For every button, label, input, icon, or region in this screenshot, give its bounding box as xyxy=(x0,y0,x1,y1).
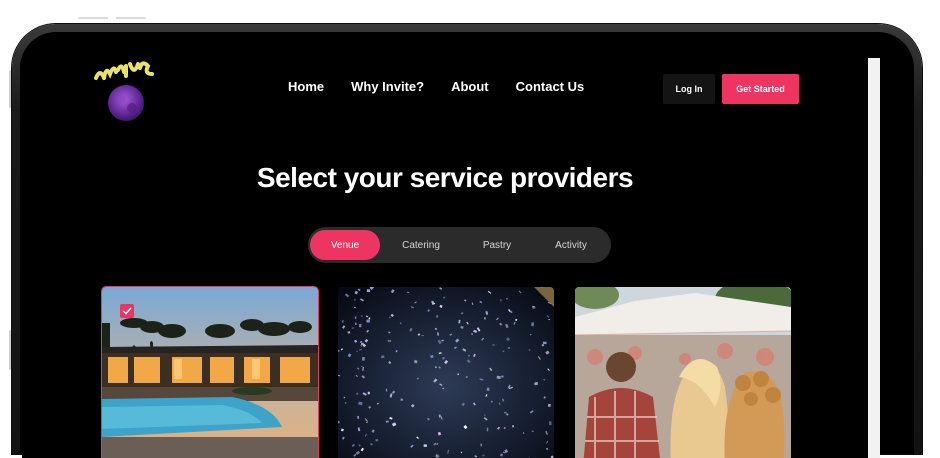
tab-venue[interactable]: Venue xyxy=(310,230,380,260)
provider-tabs: Venue Catering Pastry Activity xyxy=(308,227,611,263)
venue-card-confetti[interactable] xyxy=(338,287,554,458)
nav-home[interactable]: Home xyxy=(288,79,324,94)
venue-image xyxy=(102,287,318,458)
nav-about[interactable]: About xyxy=(451,79,489,94)
venue-card-house[interactable] xyxy=(102,287,318,458)
app-screen: Home Why Invite? About Contact Us Log In… xyxy=(22,58,880,458)
checkmark-icon xyxy=(122,306,132,316)
festival-image xyxy=(575,287,791,458)
logo-icon[interactable] xyxy=(92,60,158,122)
login-button[interactable]: Log In xyxy=(663,74,715,104)
tab-pastry[interactable]: Pastry xyxy=(462,230,532,260)
confetti-image xyxy=(338,287,554,458)
page-title: Select your service providers xyxy=(22,162,868,194)
venue-card-festival[interactable] xyxy=(575,287,791,458)
tab-activity[interactable]: Activity xyxy=(536,230,606,260)
tab-catering[interactable]: Catering xyxy=(386,230,456,260)
main-nav: Home Why Invite? About Contact Us xyxy=(288,79,611,94)
nav-why-invite[interactable]: Why Invite? xyxy=(351,79,424,94)
selected-checkbox[interactable] xyxy=(120,304,134,318)
screen-edge xyxy=(868,58,880,458)
nav-contact-us[interactable]: Contact Us xyxy=(516,79,585,94)
get-started-button[interactable]: Get Started xyxy=(722,74,799,104)
